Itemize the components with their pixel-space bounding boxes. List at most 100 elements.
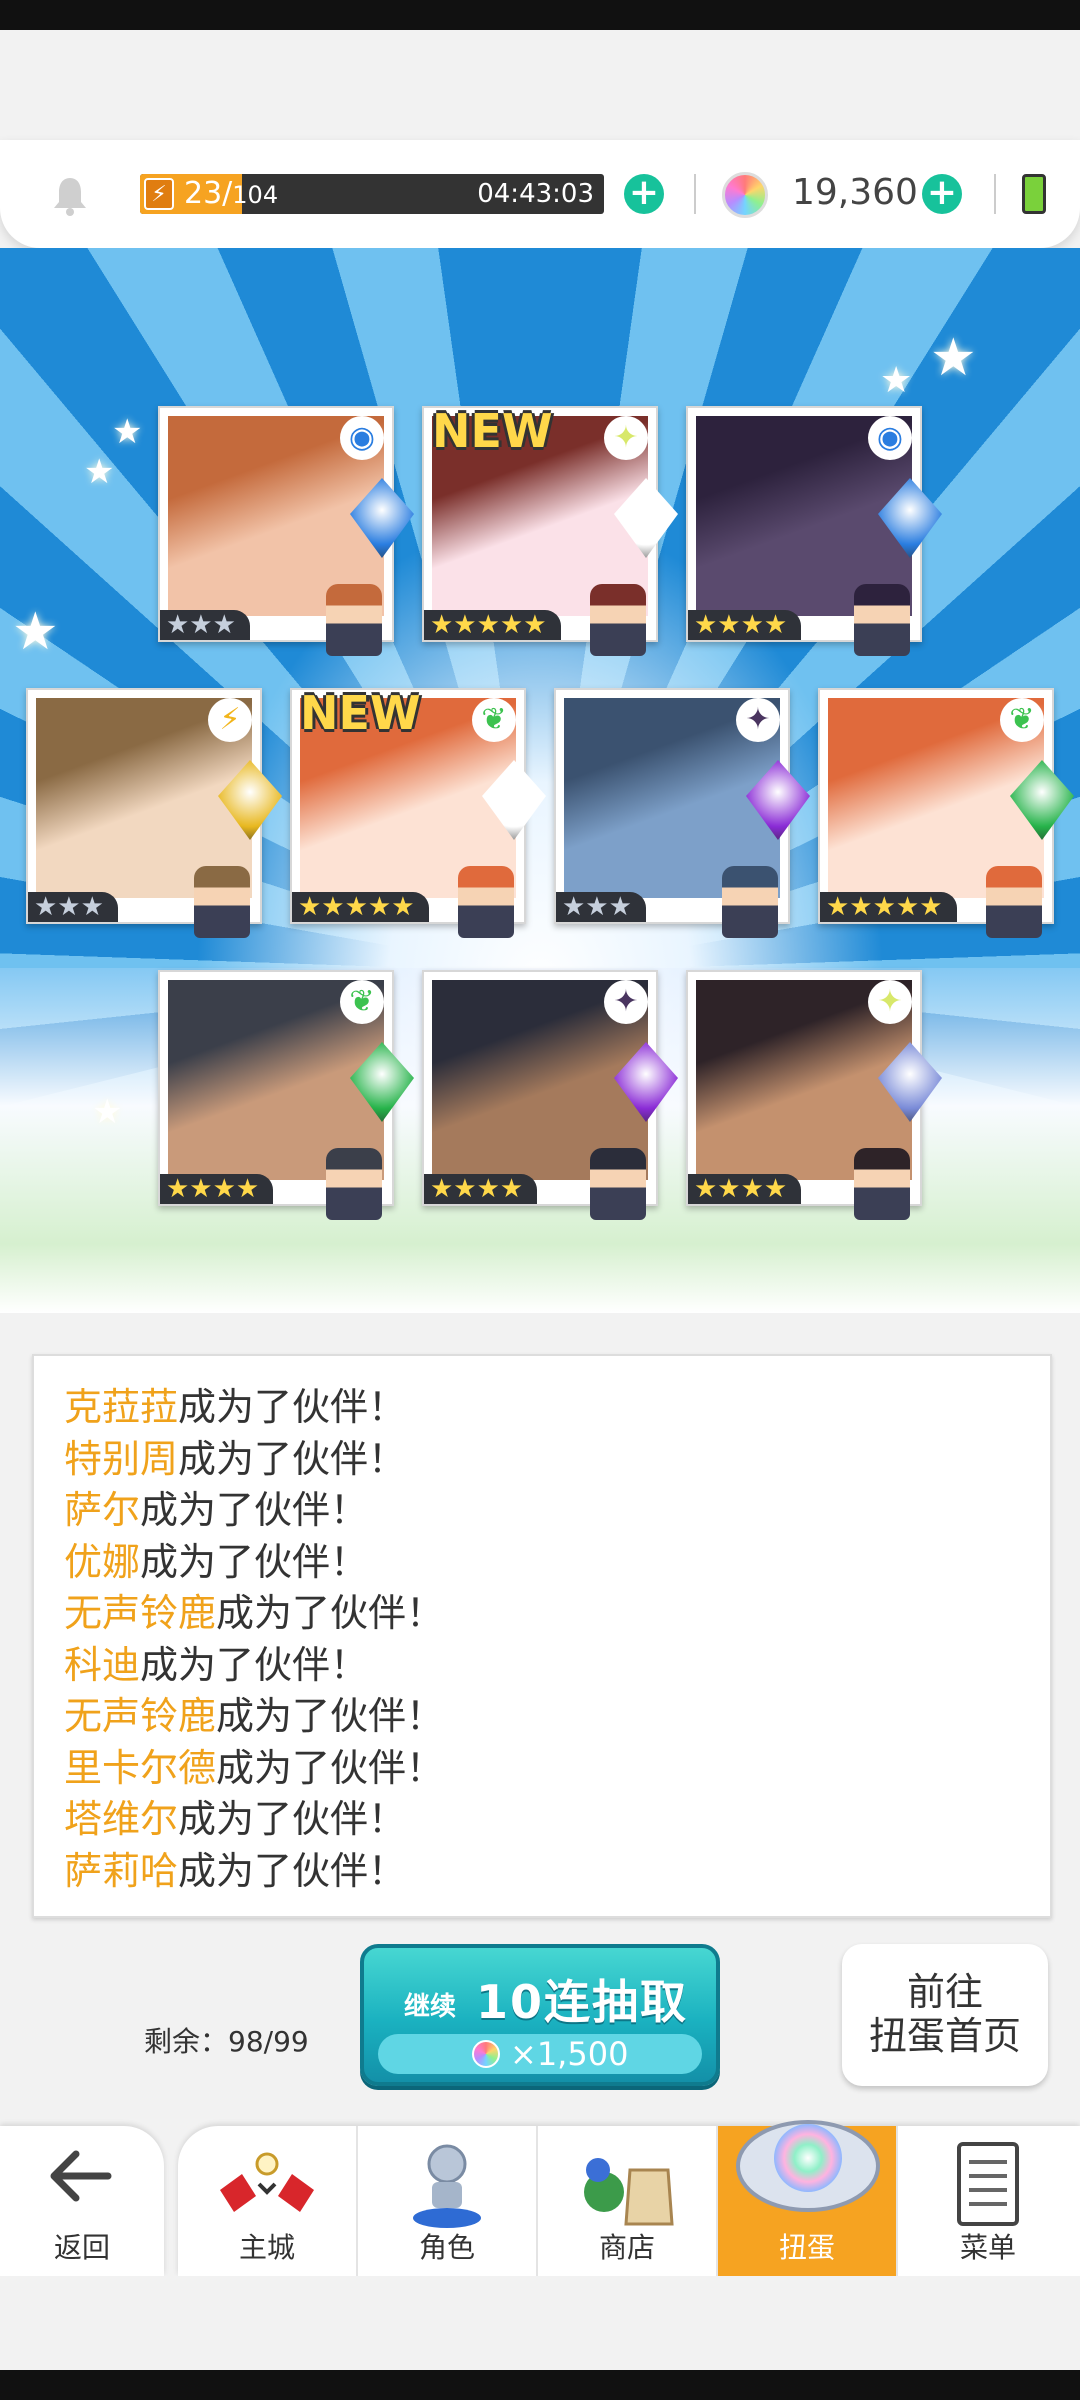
stamina-current: 23/ [184,176,233,211]
divider [994,174,996,214]
rarity-stars: ★★★★ [424,1174,538,1204]
sparkle-star-icon: ★ [112,412,143,452]
character-card[interactable]: ✦ NEW ★★★★★ [422,406,678,656]
log-text: 成为了伙伴！ [178,1385,407,1429]
log-entry: 塔维尔成为了伙伴！ [64,1794,1024,1846]
character-card[interactable]: ◉ ★★★★ [686,406,942,656]
character-name: 萨尔 [64,1488,141,1532]
circle-element-icon: ◉ [340,416,384,460]
character-card[interactable]: ⚡ ★★★ [26,688,282,938]
log-entry: 科迪成为了伙伴！ [64,1640,1024,1692]
tab-main-city[interactable]: 主城 [178,2126,358,2276]
log-entry: 无声铃鹿成为了伙伴！ [64,1691,1024,1743]
chibi-sprite-icon [326,1148,382,1220]
rarity-stars: ★★★★ [688,1174,802,1204]
bottom-spacer [0,2276,1080,2370]
gacha-result-stage: ★ ★ ★ ★ ★ ★ ◉ ★★★ ✦ NEW ★★★★★ ◉ ★★★★ ⚡ ★★★ ❦ NEW ★★… [0,248,1080,1313]
lightning-bolt-icon: ⚡ [144,178,174,210]
leaf-element-icon: ❦ [472,698,516,742]
remaining-pulls: 剩余：98/99 [144,2025,309,2058]
sparkle-star-icon: ★ [930,328,977,388]
character-name: 克菈菈 [64,1385,179,1429]
log-text: 成为了伙伴！ [140,1539,369,1584]
log-text: 成为了伙伴！ [178,1797,407,1841]
character-name: 科迪 [64,1642,141,1687]
chibi-sprite-icon [986,866,1042,938]
log-entry: 萨莉哈成为了伙伴！ [64,1846,1024,1898]
divider [694,174,696,214]
add-stamina-button[interactable]: + [624,174,664,214]
rainbow-gem-icon [722,172,768,218]
stamina-timer: 04:43:03 [477,179,594,209]
dark-star-element-icon: ✦ [736,698,780,742]
log-text: 成为了伙伴！ [178,1848,407,1893]
character-name: 里卡尔德 [64,1745,217,1790]
log-text: 成为了伙伴！ [140,1488,369,1532]
back-button[interactable]: 返回 [0,2126,164,2276]
character-card[interactable]: ❦ NEW ★★★★★ [290,686,546,938]
gacha-home-line2: 扭蛋首页 [868,2014,1021,2058]
tab-label: 主城 [238,2231,295,2264]
circle-element-icon: ◉ [868,416,912,460]
character-card[interactable]: ✦ ★★★★ [686,970,942,1220]
character-icon [413,2144,481,2228]
battery-icon [1022,174,1046,214]
character-name: 无声铃鹿 [64,1591,217,1635]
sparkle-star-icon: ★ [12,602,59,662]
tab-shop[interactable]: 商店 [538,2126,718,2276]
back-label: 返回 [53,2231,110,2264]
character-card[interactable]: ❦ ★★★★ [158,970,414,1220]
rarity-stars: ★★★★★ [292,892,429,922]
character-card[interactable]: ✦ ★★★ [554,688,810,938]
tab-characters[interactable]: 角色 [358,2126,538,2276]
bottom-tab-bar: 主城 角色 商店 扭蛋 菜单 [178,2120,1080,2276]
dark-star-element-icon: ✦ [604,980,648,1024]
log-text: 成为了伙伴！ [140,1642,369,1687]
tab-label: 商店 [598,2231,655,2264]
rainbow-gem-icon [472,2040,500,2068]
rarity-stars: ★★★ [160,610,250,640]
chibi-sprite-icon [722,866,778,938]
add-gems-button[interactable]: + [922,174,962,214]
character-name: 特别周 [64,1436,179,1481]
character-name: 优娜 [64,1539,141,1584]
stamina-max: 104 [232,181,279,209]
tab-menu[interactable]: 菜单 [898,2126,1078,2276]
sparkle-star-icon: ★ [92,1092,123,1132]
log-entry: 无声铃鹿成为了伙伴！ [64,1588,1024,1640]
rarity-stars: ★★★★★ [820,892,957,922]
character-card[interactable]: ◉ ★★★ [158,406,414,656]
system-status-bar [0,0,1080,30]
gacha-icon [736,2120,880,2212]
chibi-sprite-icon [590,584,646,656]
gem-count: 19,360 [792,172,918,213]
tab-gacha[interactable]: 扭蛋 [718,2120,898,2276]
tab-label: 扭蛋 [778,2231,835,2264]
shop-icon [584,2158,674,2226]
notification-bell-icon[interactable] [52,176,88,216]
system-navigation-bar [0,2370,1080,2400]
log-text: 成为了伙伴！ [216,1694,445,1738]
log-entry: 克菈菈成为了伙伴！ [64,1382,1024,1434]
character-card[interactable]: ✦ ★★★★ [422,970,678,1220]
bolt-element-icon: ⚡ [208,698,252,742]
arrow-left-icon [50,2150,112,2202]
tab-label: 角色 [418,2231,475,2264]
ten-pull-button[interactable]: 继续 10连抽取 ×1,500 [360,1944,720,2086]
chibi-sprite-icon [590,1148,646,1220]
tab-label: 菜单 [959,2231,1016,2264]
rarity-stars: ★★★ [28,892,118,922]
gacha-home-button[interactable]: 前往 扭蛋首页 [842,1944,1048,2086]
log-entry: 里卡尔德成为了伙伴！ [64,1743,1024,1795]
stamina-bar: ⚡ 23/104 04:43:03 [140,174,604,214]
result-log-list: 克菈菈成为了伙伴！ 特别周成为了伙伴！ 萨尔成为了伙伴！ 优娜成为了伙伴！ 无声铃鹿成为… [64,1382,1024,1897]
log-entry: 萨尔成为了伙伴！ [64,1485,1024,1537]
menu-icon [957,2142,1019,2226]
character-name: 萨莉哈 [64,1848,179,1893]
new-tag: NEW [300,686,421,740]
character-card[interactable]: ❦ ★★★★★ [818,688,1074,938]
log-text: 成为了伙伴！ [216,1591,445,1635]
result-log-panel[interactable]: 克菈菈成为了伙伴！ 特别周成为了伙伴！ 萨尔成为了伙伴！ 优娜成为了伙伴！ 无声铃鹿成为… [32,1354,1052,1918]
continue-label: 继续 [404,1992,457,2022]
rarity-stars: ★★★★★ [424,610,561,640]
